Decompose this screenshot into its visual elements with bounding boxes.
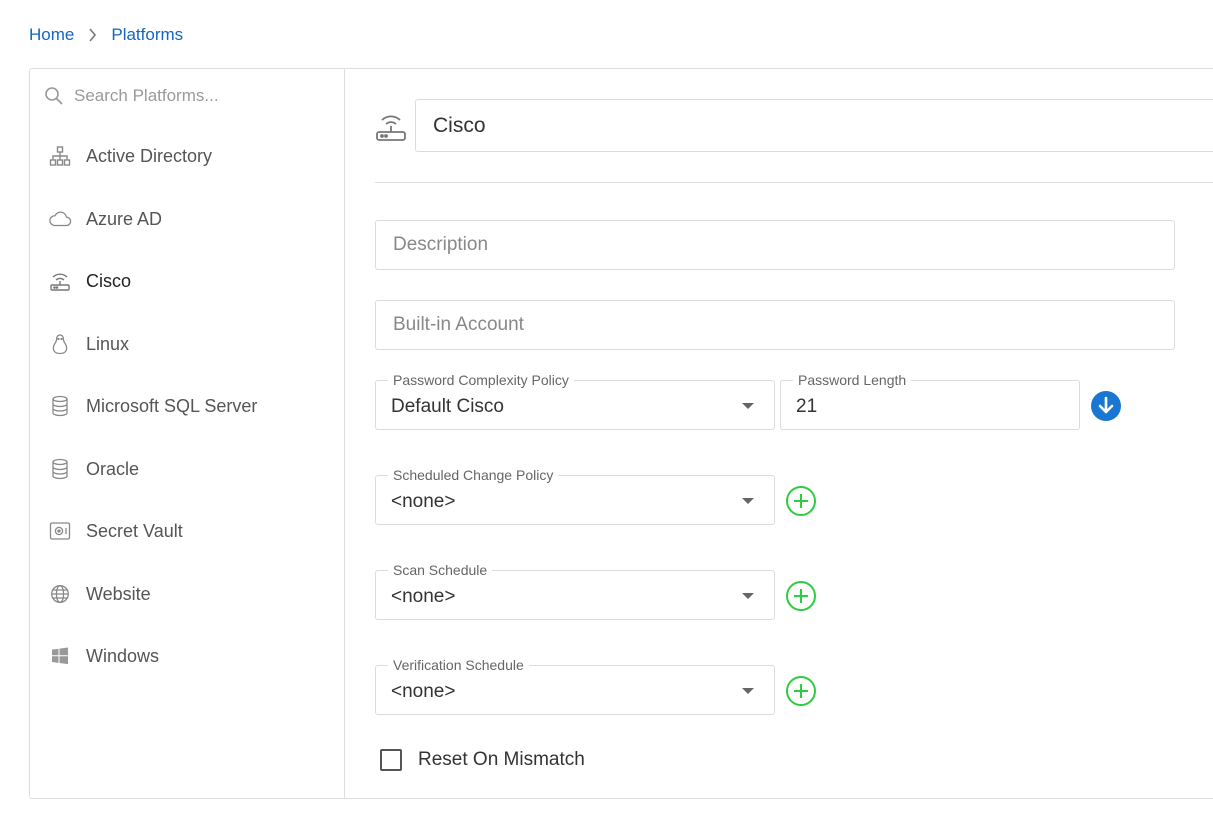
search-input[interactable] [74, 86, 314, 106]
sidebar-item-microsoft-sql-server[interactable]: Microsoft SQL Server [30, 381, 344, 431]
sidebar-item-label: Windows [86, 645, 160, 666]
platforms-panel: Active Directory Azure AD Cisco Linux Mi [29, 68, 1213, 799]
scan-schedule-select[interactable]: Scan Schedule <none> [375, 562, 775, 620]
divider [375, 182, 1213, 183]
database-icon [48, 457, 72, 481]
globe-icon [48, 582, 72, 606]
scheduled-change-policy-select[interactable]: Scheduled Change Policy <none> [375, 467, 775, 525]
reset-on-mismatch-row[interactable]: Reset On Mismatch [380, 749, 585, 771]
breadcrumb-home[interactable]: Home [29, 25, 74, 45]
platform-name-field[interactable]: Cisco [415, 99, 1213, 152]
database-icon [48, 394, 72, 418]
description-field[interactable]: Description [375, 220, 1175, 270]
sidebar-item-website[interactable]: Website [30, 569, 344, 619]
verification-schedule-label: Verification Schedule [388, 657, 529, 673]
scheduled-change-policy-label: Scheduled Change Policy [388, 467, 559, 483]
builtin-account-field[interactable]: Built-in Account [375, 300, 1175, 350]
breadcrumb-platforms[interactable]: Platforms [111, 25, 183, 45]
platform-sidebar: Active Directory Azure AD Cisco Linux Mi [30, 69, 345, 798]
password-complexity-label: Password Complexity Policy [388, 372, 574, 388]
sidebar-item-label: Cisco [86, 270, 132, 291]
cloud-icon [48, 207, 72, 231]
reset-on-mismatch-label: Reset On Mismatch [418, 749, 585, 770]
router-icon [48, 269, 72, 293]
dropdown-arrow-icon [742, 688, 754, 694]
sidebar-item-label: Microsoft SQL Server [86, 395, 258, 416]
sidebar-item-linux[interactable]: Linux [30, 319, 344, 369]
sidebar-item-label: Active Directory [86, 145, 213, 166]
sidebar-item-cisco[interactable]: Cisco [30, 256, 344, 306]
sidebar-item-oracle[interactable]: Oracle [30, 444, 344, 494]
sidebar-item-windows[interactable]: Windows [30, 631, 344, 681]
dropdown-arrow-icon [742, 403, 754, 409]
scan-schedule-value: <none> [391, 586, 456, 607]
password-length-field[interactable]: Password Length 21 [780, 372, 1080, 430]
breadcrumb: Home Platforms [29, 24, 183, 46]
reset-on-mismatch-checkbox[interactable] [380, 749, 402, 771]
vault-icon [48, 519, 72, 543]
verification-schedule-select[interactable]: Verification Schedule <none> [375, 657, 775, 715]
search-box [44, 86, 314, 106]
router-icon [374, 109, 408, 143]
sidebar-item-secret-vault[interactable]: Secret Vault [30, 506, 344, 556]
add-circle-icon[interactable] [785, 675, 817, 707]
search-icon [44, 86, 64, 106]
windows-icon [48, 644, 72, 668]
add-circle-icon[interactable] [785, 580, 817, 612]
sidebar-item-label: Secret Vault [86, 520, 183, 541]
scan-schedule-label: Scan Schedule [388, 562, 493, 578]
password-length-label: Password Length [793, 372, 912, 388]
description-placeholder: Description [393, 234, 489, 255]
arrow-down-circle-icon[interactable] [1090, 390, 1122, 422]
password-length-value: 21 [796, 396, 818, 417]
chevron-right-icon [88, 28, 97, 42]
builtin-account-placeholder: Built-in Account [393, 314, 524, 335]
dropdown-arrow-icon [742, 498, 754, 504]
sidebar-item-active-directory[interactable]: Active Directory [30, 131, 344, 181]
sidebar-item-label: Oracle [86, 458, 140, 479]
sidebar-item-azure-ad[interactable]: Azure AD [30, 194, 344, 244]
sitemap-icon [48, 144, 72, 168]
linux-icon [48, 332, 72, 356]
dropdown-arrow-icon [742, 593, 754, 599]
password-complexity-select[interactable]: Password Complexity Policy Default Cisco [375, 372, 775, 430]
sidebar-item-label: Linux [86, 333, 130, 354]
add-circle-icon[interactable] [785, 485, 817, 517]
platform-detail: Cisco Description Built-in Account Passw… [345, 69, 1213, 798]
password-complexity-value: Default Cisco [391, 396, 504, 417]
sidebar-item-label: Azure AD [86, 208, 163, 229]
sidebar-item-label: Website [86, 583, 151, 604]
verification-schedule-value: <none> [391, 681, 456, 702]
scheduled-change-policy-value: <none> [391, 491, 456, 512]
